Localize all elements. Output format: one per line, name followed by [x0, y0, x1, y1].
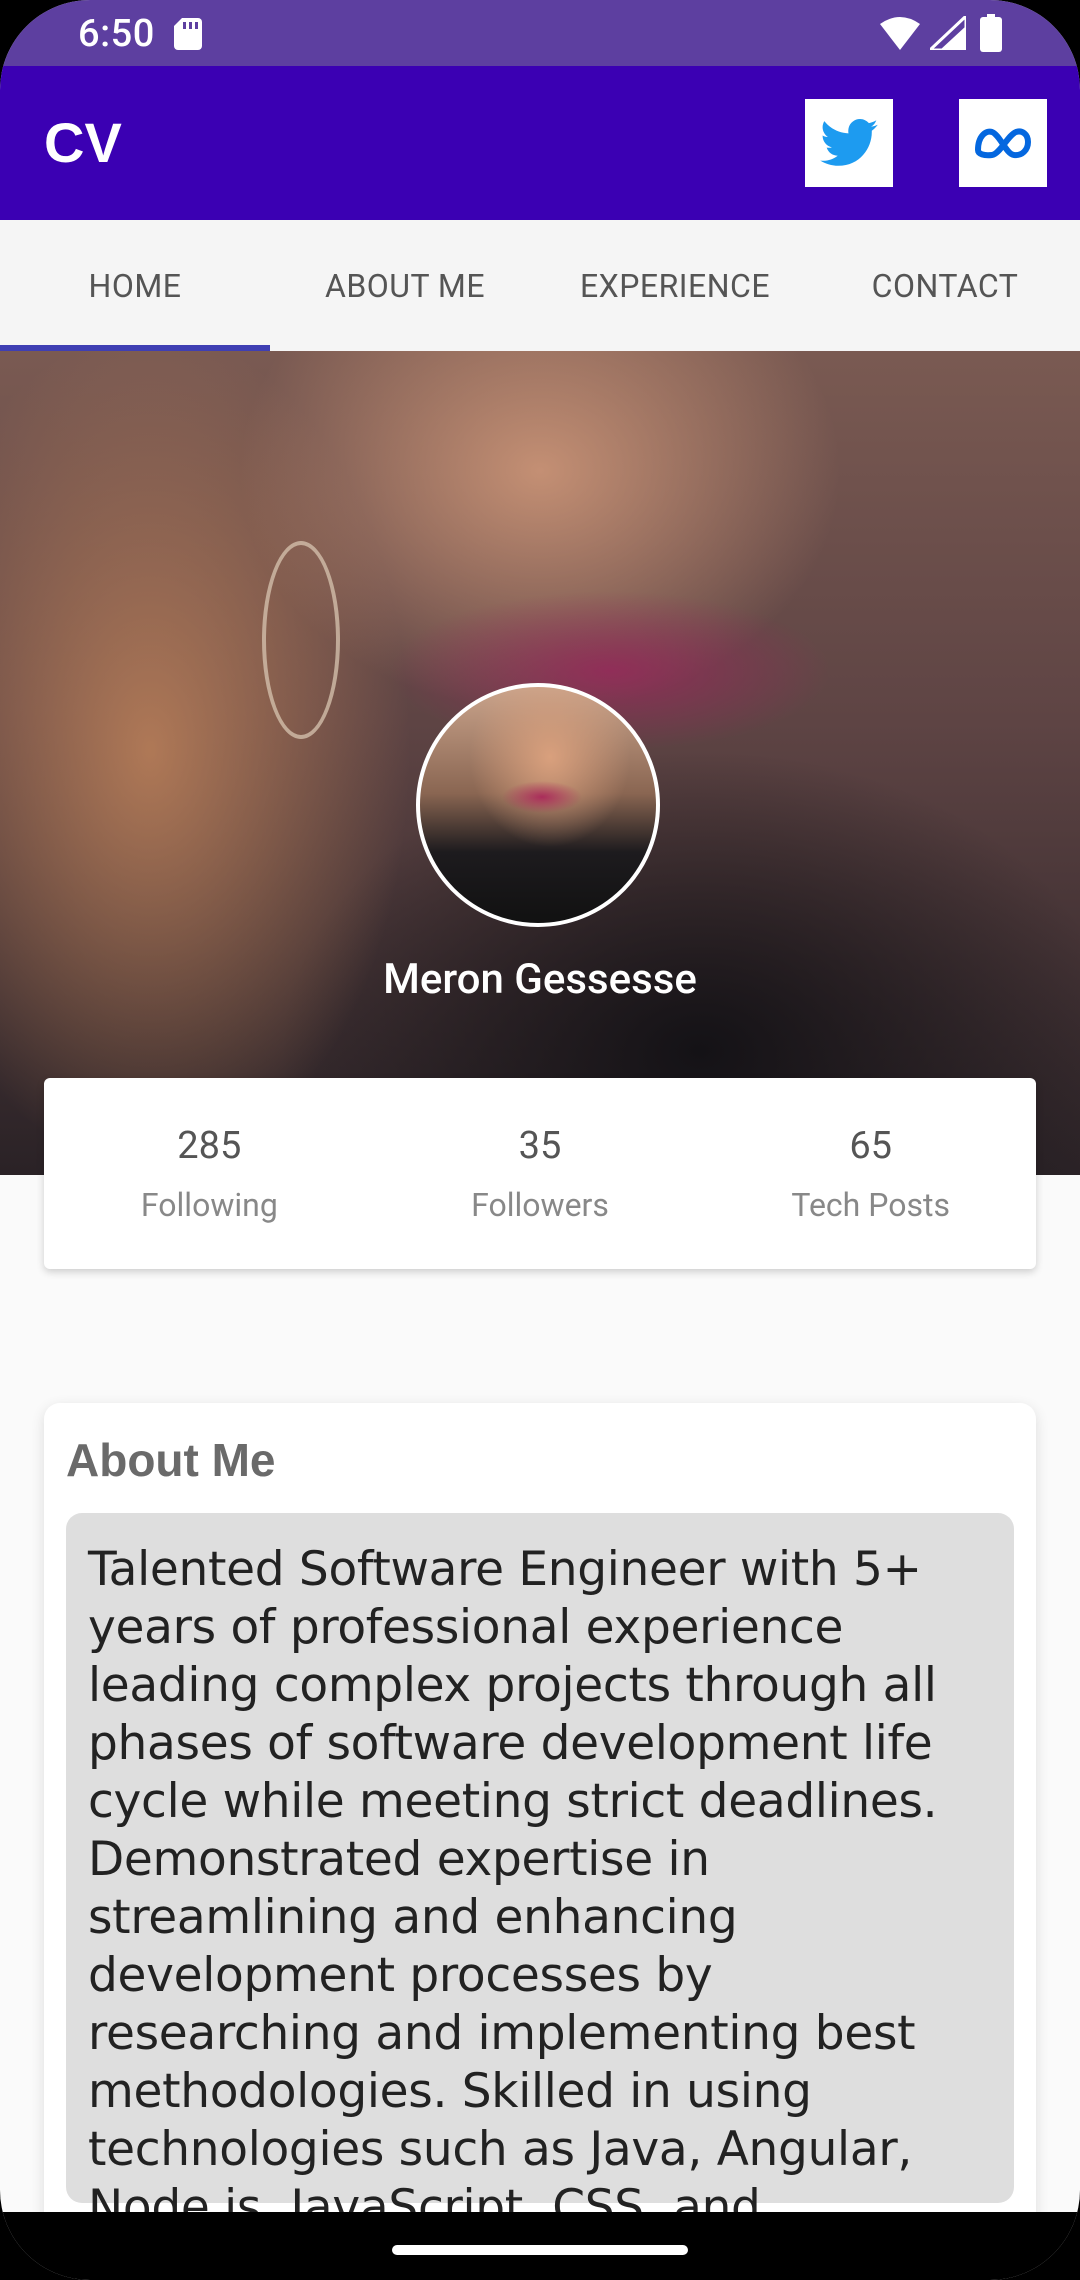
navigation-bar [0, 2212, 1080, 2280]
home-gesture-handle[interactable] [392, 2245, 688, 2255]
cover-photo-detail [262, 541, 340, 739]
stat-value: 65 [849, 1124, 893, 1168]
status-bar: 6:50 [0, 0, 1080, 66]
signal-icon [930, 16, 966, 50]
about-title: About Me [66, 1434, 276, 1486]
twitter-icon [820, 119, 878, 166]
wifi-icon [880, 17, 920, 50]
meta-icon [974, 128, 1032, 159]
about-card: About Me Talented Software Engineer with… [44, 1403, 1036, 2280]
app-bar: CV [0, 66, 1080, 220]
twitter-button[interactable] [805, 99, 893, 187]
tab-home[interactable]: HOME [0, 220, 270, 351]
stats-card: 285 Following 35 Followers 65 Tech Posts [44, 1078, 1036, 1269]
stat-label: Following [140, 1186, 278, 1224]
tab-experience[interactable]: EXPERIENCE [540, 220, 810, 351]
stat-tech-posts: 65 Tech Posts [705, 1078, 1036, 1269]
app-screen: 6:50 CV HOME ABOUT ME EXPERIENCE CONTACT… [0, 0, 1080, 2280]
tab-contact[interactable]: CONTACT [810, 220, 1080, 351]
app-title: CV [44, 111, 122, 174]
tab-bar: HOME ABOUT ME EXPERIENCE CONTACT [0, 220, 1080, 351]
meta-button[interactable] [959, 99, 1047, 187]
profile-name: Meron Gessesse [383, 955, 697, 1004]
profile-avatar [416, 683, 660, 927]
stat-value: 285 [177, 1124, 242, 1168]
stat-following: 285 Following [44, 1078, 375, 1269]
tab-about-me[interactable]: ABOUT ME [270, 220, 540, 351]
stat-value: 35 [518, 1124, 562, 1168]
about-text: Talented Software Engineer with 5+ years… [66, 1513, 1014, 2280]
stat-label: Tech Posts [791, 1186, 950, 1224]
stat-label: Followers [471, 1186, 609, 1224]
sd-card-icon [174, 18, 202, 50]
status-time: 6:50 [78, 12, 155, 56]
stat-followers: 35 Followers [375, 1078, 706, 1269]
battery-icon [980, 14, 1002, 52]
